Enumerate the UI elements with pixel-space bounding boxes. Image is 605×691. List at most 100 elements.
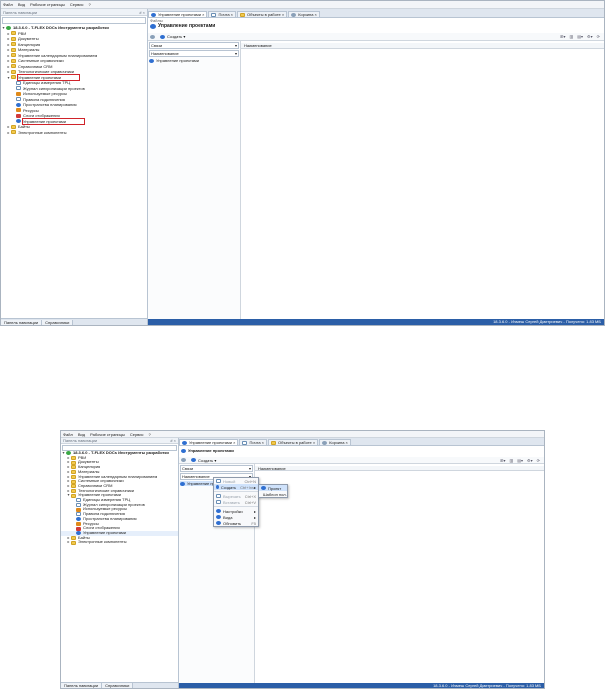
navigation-search-input[interactable] xyxy=(2,17,146,24)
menu-view[interactable]: Вид xyxy=(18,2,25,7)
filter-row[interactable]: Связи ▾ xyxy=(149,42,239,49)
column-header[interactable]: Наименование xyxy=(241,43,604,49)
tab-references[interactable]: Справочники xyxy=(102,683,134,688)
submenu-template[interactable]: Шаблон пол. xyxy=(259,491,287,497)
planning-icon xyxy=(16,102,21,107)
toolbar: Создать ▾ ⊞▾ ▥ ▤▾ ⚙▾ ⟳ xyxy=(179,457,544,464)
menu-item-icon xyxy=(216,500,221,504)
settings-icon[interactable]: ⚙▾ xyxy=(587,34,593,39)
menu-service[interactable]: Сервис xyxy=(130,432,144,437)
menu-item-icon xyxy=(216,509,221,513)
status-bar: 18.3.6.0 - Ичмеш Сергей Дмитриевич - Пол… xyxy=(179,683,544,688)
menu-service[interactable]: Сервис xyxy=(70,2,84,7)
menu-item-label: Настройки xyxy=(223,508,243,514)
journal-icon xyxy=(16,86,21,91)
folder-icon xyxy=(271,440,276,445)
tab-trash[interactable]: Корзина × xyxy=(288,11,320,17)
tab-objects[interactable]: Объекты в работе × xyxy=(237,11,288,17)
tree-item-projects[interactable]: Управление проектами xyxy=(149,58,240,63)
tab-objects[interactable]: Объекты в работе × xyxy=(268,439,319,445)
folder-icon xyxy=(11,47,16,52)
tab-navigation[interactable]: Панель навигации xyxy=(61,683,103,688)
menu-item-icon xyxy=(216,515,221,519)
tab-projects[interactable]: Управление проектами × xyxy=(148,11,208,17)
menu-bar: Файл Вид Рабочие страницы Сервис ? xyxy=(1,1,604,9)
menu-item-shortcut: F5 xyxy=(251,520,256,526)
view-icon[interactable]: ▤▾ xyxy=(577,34,583,39)
menu-bar: Файл Вид Рабочие страницы Сервис ? xyxy=(61,431,544,438)
menu-help[interactable]: ? xyxy=(149,432,151,437)
person-icon xyxy=(16,108,21,113)
resources-icon xyxy=(16,91,21,96)
navigation-panel: Панель навигации # × ▾ 18.3.6.0 - T-FLEX … xyxy=(1,9,148,325)
reload-icon[interactable]: ⟳ xyxy=(597,34,600,39)
page-title: Управление проектами xyxy=(150,22,215,30)
filter-row[interactable]: Наименование▾ xyxy=(149,50,239,57)
menu-item-icon xyxy=(216,521,221,525)
folder-icon xyxy=(11,36,16,41)
project-icon xyxy=(261,486,266,490)
filter-row[interactable]: Связи ▾ xyxy=(180,465,253,472)
tab-mail[interactable]: Почта × xyxy=(208,11,236,17)
tab-navigation[interactable]: Панель навигации xyxy=(1,319,43,325)
menu-item-label: Вида xyxy=(223,514,233,520)
menu-workpages[interactable]: Рабочие страницы xyxy=(90,432,125,437)
tab-projects[interactable]: Управление проектами × xyxy=(179,439,239,445)
folder-icon xyxy=(11,64,16,69)
menu-item-icon xyxy=(216,479,221,483)
menu-separator xyxy=(214,506,258,507)
columns-icon[interactable]: ▥ xyxy=(509,458,513,463)
refresh-icon xyxy=(150,34,155,39)
column-header[interactable]: Наименование xyxy=(255,466,544,471)
folder-icon xyxy=(71,484,76,489)
toolbar-right: ⊞▾ ▥ ▤▾ ⚙▾ ⟳ xyxy=(560,34,604,39)
menu-item-icon xyxy=(216,494,221,498)
refresh-button[interactable] xyxy=(181,458,188,462)
context-menu-item[interactable]: Вставить Ctrl+V xyxy=(214,499,258,505)
tree-item[interactable]: ▸ Электронные компоненты xyxy=(1,130,147,136)
settings-icon[interactable]: ⚙▾ xyxy=(527,458,533,463)
navigation-bottom-tabs: Панель навигации Справочники xyxy=(61,682,178,688)
refresh-icon xyxy=(181,458,186,462)
navigation-tree: ▾ 18.3.6.0 - T-FLEX DOCs Инструменты разр… xyxy=(61,450,178,545)
trash-icon xyxy=(322,440,328,445)
folder-icon xyxy=(11,130,16,135)
mail-icon xyxy=(211,12,217,17)
reload-icon[interactable]: ⟳ xyxy=(537,458,540,463)
menu-item-label: Вставить xyxy=(223,499,240,505)
filter-icon[interactable]: ⊞▾ xyxy=(500,458,505,463)
refresh-button[interactable] xyxy=(150,34,157,39)
menu-item-label: Новый xyxy=(223,478,236,484)
menu-view[interactable]: Вид xyxy=(78,432,85,437)
navigation-panel-header: Панель навигации # × xyxy=(1,9,147,16)
menu-file[interactable]: Файл xyxy=(63,432,73,437)
document-tabs: Управление проектами × Почта × Объекты в… xyxy=(148,9,604,18)
tab-trash[interactable]: Корзина × xyxy=(319,439,351,445)
server-icon xyxy=(6,25,11,30)
person-icon xyxy=(76,521,81,526)
main-area: Управление проектами Создать ▾ ⊞▾ ▥ ▤▾ ⚙▾ ⟳ … xyxy=(179,446,544,688)
create-button[interactable]: Создать ▾ xyxy=(191,458,216,463)
create-button[interactable]: Создать ▾ xyxy=(160,34,185,39)
folder-icon xyxy=(71,470,76,475)
folder-icon xyxy=(11,42,16,47)
rules-icon xyxy=(16,97,21,102)
context-menu-item[interactable]: Создать Ctrl+Ins ▸ xyxy=(214,484,258,490)
menu-item-label: Вырезать xyxy=(222,493,241,499)
columns-icon[interactable]: ▥ xyxy=(569,34,573,39)
menu-workpages[interactable]: Рабочие страницы xyxy=(30,2,65,7)
menu-item-label: Создать xyxy=(220,484,237,490)
document-tabs: Управление проектами × Почта × Объекты в… xyxy=(179,438,544,446)
menu-help[interactable]: ? xyxy=(89,2,91,7)
display-icon xyxy=(16,113,21,118)
menu-item-shortcut: Ctrl+X xyxy=(244,493,256,499)
tree-item[interactable]: ▸ Электронные компоненты xyxy=(61,540,178,545)
tab-mail[interactable]: Почта × xyxy=(239,439,267,445)
tab-references[interactable]: Справочники xyxy=(42,319,74,325)
main-area: Файлы Управление проектами Создать ▾ ⊞▾ ▥… xyxy=(148,18,604,325)
filter-icon[interactable]: ⊞▾ xyxy=(560,34,565,39)
context-menu-item[interactable]: Обновить F5 xyxy=(214,520,258,526)
menu-file[interactable]: Файл xyxy=(3,2,13,7)
projects-icon xyxy=(182,440,187,445)
view-icon[interactable]: ▤▾ xyxy=(517,458,523,463)
